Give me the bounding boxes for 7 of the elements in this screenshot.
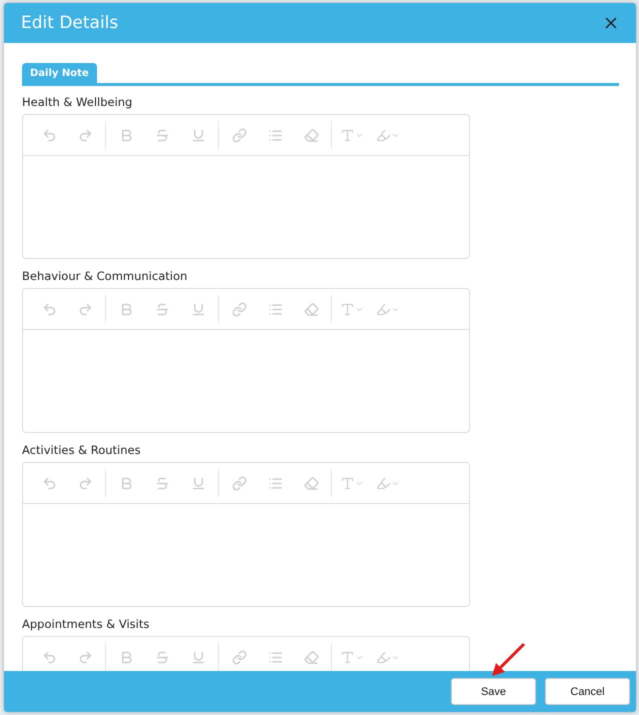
field-label: Appointments & Visits xyxy=(22,617,150,631)
field-label: Behaviour & Communication xyxy=(22,269,188,283)
cancel-button[interactable]: Cancel xyxy=(545,678,630,705)
dialog-title: Edit Details xyxy=(21,13,118,33)
field-label: Activities & Routines xyxy=(22,443,142,457)
save-button[interactable]: Save xyxy=(451,678,536,705)
field-label: Health & Wellbeing xyxy=(22,95,134,109)
